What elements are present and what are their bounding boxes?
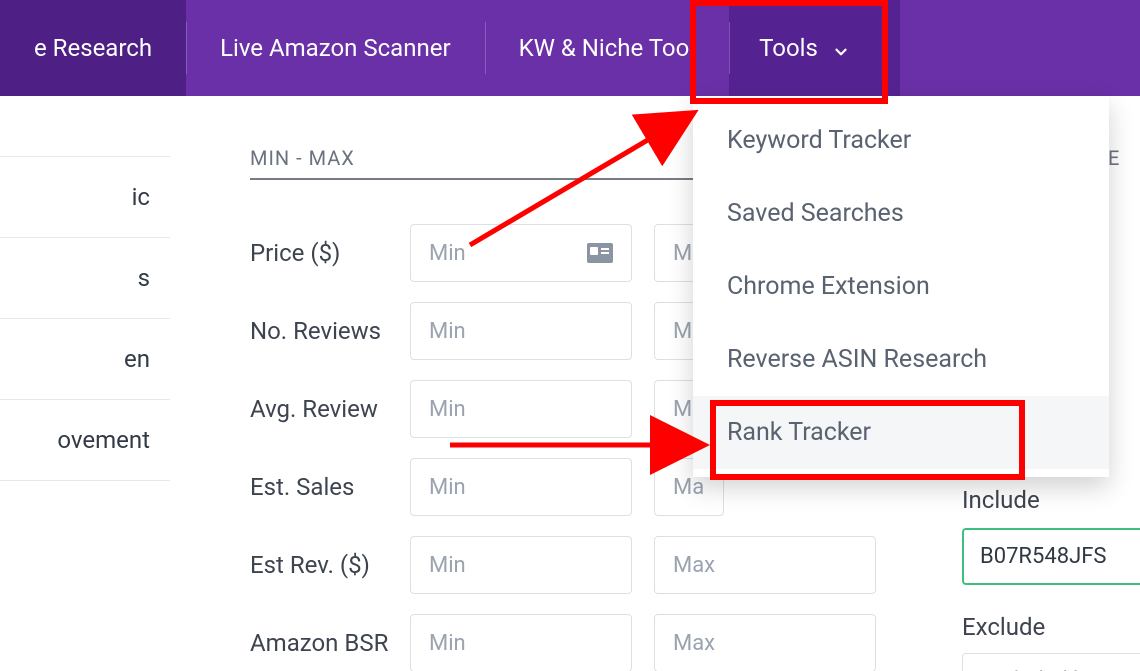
filter-row-est-rev: Est Rev. ($) Min Max xyxy=(250,536,940,594)
filter-label: Est Rev. ($) xyxy=(250,551,410,579)
include-label: Include xyxy=(962,486,1140,514)
nav-item-live-scanner[interactable]: Live Amazon Scanner xyxy=(186,0,485,96)
max-input[interactable]: Max xyxy=(654,614,876,671)
filter-label: Est. Sales xyxy=(250,473,410,501)
nav-label: Tools xyxy=(759,34,818,62)
include-input[interactable]: B07R548JFS xyxy=(962,528,1140,585)
dropdown-item-saved-searches[interactable]: Saved Searches xyxy=(693,177,1109,250)
exclude-input[interactable]: Excluded keyw xyxy=(962,653,1140,671)
sidebar-item[interactable]: ic xyxy=(0,156,170,238)
placeholder: Min xyxy=(429,241,466,266)
placeholder: Min xyxy=(429,475,466,500)
filter-row-bsr: Amazon BSR Min Max xyxy=(250,614,940,671)
placeholder: Min xyxy=(429,553,466,578)
sidebar-item-label: ic xyxy=(132,183,150,211)
dropdown-item-rank-tracker[interactable]: Rank Tracker xyxy=(693,396,1109,469)
filter-label: Amazon BSR xyxy=(250,629,410,657)
min-input[interactable]: Min xyxy=(410,536,632,594)
dropdown-item-reverse-asin[interactable]: Reverse ASIN Research xyxy=(693,323,1109,396)
max-input[interactable]: Max xyxy=(654,536,876,594)
filter-label: No. Reviews xyxy=(250,317,410,345)
body: ic s en ovement MIN - MAX Price ($) Min … xyxy=(0,96,1140,671)
nav-label: Live Amazon Scanner xyxy=(220,34,451,62)
placeholder: Max xyxy=(673,631,715,656)
right-header-fragment: E xyxy=(1108,146,1121,170)
id-card-icon xyxy=(587,243,613,263)
nav-label: KW & Niche Tool xyxy=(519,34,696,62)
nav-label: e Research xyxy=(34,34,152,62)
right-column: Include B07R548JFS Exclude Excluded keyw xyxy=(962,486,1140,671)
chevron-down-icon xyxy=(832,39,850,57)
tools-dropdown: Keyword Tracker Saved Searches Chrome Ex… xyxy=(693,96,1109,477)
exclude-label: Exclude xyxy=(962,613,1140,641)
top-nav: e Research Live Amazon Scanner KW & Nich… xyxy=(0,0,1140,96)
dropdown-item-chrome-extension[interactable]: Chrome Extension xyxy=(693,250,1109,323)
sidebar-item[interactable]: s xyxy=(0,238,170,319)
nav-item-research[interactable]: e Research xyxy=(0,0,186,96)
dropdown-item-keyword-tracker[interactable]: Keyword Tracker xyxy=(693,104,1109,177)
placeholder: Ma xyxy=(673,475,704,500)
sidebar-item[interactable]: en xyxy=(0,319,170,400)
sidebar-item-label: s xyxy=(138,264,150,292)
nav-item-kw-niche[interactable]: KW & Niche Tool xyxy=(485,0,730,96)
placeholder: Min xyxy=(429,397,466,422)
sidebar-item[interactable]: ovement xyxy=(0,400,170,481)
sidebar-item-label: en xyxy=(124,345,150,373)
filter-label: Avg. Review xyxy=(250,395,410,423)
placeholder: Min xyxy=(429,319,466,344)
include-value: B07R548JFS xyxy=(980,544,1106,569)
min-input[interactable]: Min xyxy=(410,302,632,360)
sidebar: ic s en ovement xyxy=(0,96,170,671)
placeholder: Min xyxy=(429,631,466,656)
min-input[interactable]: Min xyxy=(410,458,632,516)
sidebar-item-label: ovement xyxy=(57,426,150,454)
min-input[interactable]: Min xyxy=(410,224,632,282)
min-input[interactable]: Min xyxy=(410,614,632,671)
filter-label: Price ($) xyxy=(250,239,410,267)
placeholder: Max xyxy=(673,553,715,578)
min-input[interactable]: Min xyxy=(410,380,632,438)
nav-item-tools[interactable]: Tools xyxy=(729,0,900,96)
